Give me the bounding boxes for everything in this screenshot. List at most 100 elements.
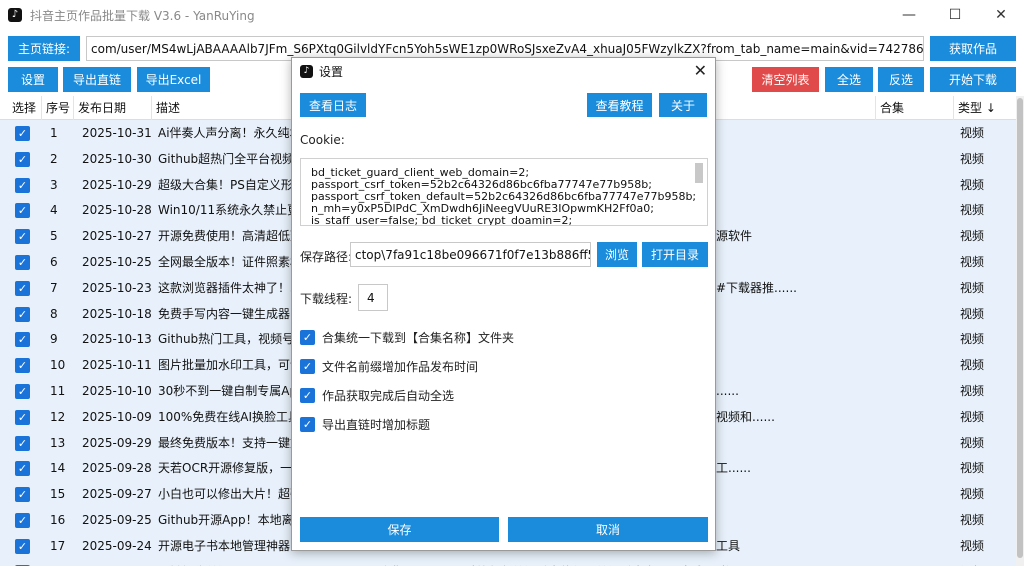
checkbox-checked-icon[interactable]: ✓ (15, 229, 30, 245)
row-description-tail: 源软件 (716, 229, 753, 244)
row-index: 2 (50, 151, 58, 166)
row-index: 13 (50, 435, 66, 450)
checkbox-checked-icon[interactable]: ✓ (300, 417, 315, 432)
tiktok-app-icon: ♪ (8, 8, 22, 22)
option-filename-date-prefix[interactable]: ✓ 文件名前缀增加作品发布时间 (300, 358, 478, 375)
col-select[interactable]: 选择 (8, 96, 42, 120)
col-date[interactable]: 发布日期 (74, 96, 152, 120)
row-description-tail (716, 301, 876, 327)
homepage-link-button[interactable]: 主页链接: (8, 36, 80, 61)
checkbox-checked-icon[interactable]: ✓ (15, 513, 30, 528)
about-button[interactable]: 关于 (659, 93, 707, 117)
checkbox-checked-icon[interactable]: ✓ (15, 358, 30, 374)
col-index[interactable]: 序号 (42, 96, 74, 120)
checkbox-checked-icon[interactable]: ✓ (15, 177, 30, 193)
row-description-tail (716, 481, 876, 507)
row-type: 视频 (960, 306, 985, 321)
row-description: 免费手写内容一键生成器， (158, 306, 293, 321)
row-type: 视频 (960, 126, 985, 140)
col-type[interactable]: 类型 ↓ (954, 96, 1016, 120)
cookie-scroll-thumb[interactable] (695, 163, 703, 183)
invert-selection-button[interactable]: 反选 (878, 67, 924, 92)
export-links-button[interactable]: 导出直链 (63, 67, 131, 92)
table-scrollbar[interactable] (1016, 96, 1024, 566)
row-description-tail (716, 120, 876, 146)
row-date: 2025-10-28 (82, 203, 152, 218)
row-description-tail (716, 172, 876, 198)
row-date: 2025-09-25 (82, 513, 152, 527)
checkbox-checked-icon[interactable]: ✓ (15, 151, 30, 167)
row-type: 视频 (960, 358, 985, 373)
view-tutorial-button[interactable]: 查看教程 (587, 93, 652, 117)
cookie-textarea[interactable]: bd_ticket_guard_client_web_domain=2; pass… (300, 158, 708, 226)
col-collection[interactable]: 合集 (876, 96, 954, 120)
option-auto-select-all[interactable]: ✓ 作品获取完成后自动全选 (300, 387, 454, 404)
dialog-close-icon[interactable]: ✕ (694, 61, 707, 80)
checkbox-checked-icon[interactable]: ✓ (15, 487, 30, 503)
row-type: 视频 (960, 487, 985, 502)
row-description: 30秒不到一键自制专属App (158, 384, 293, 398)
row-index: 3 (50, 177, 58, 192)
browse-button[interactable]: 浏览 (597, 242, 637, 267)
row-description-tail: 工具 (716, 538, 741, 553)
option-collection-folder[interactable]: ✓ 合集统一下载到【合集名称】文件夹 (300, 329, 514, 346)
settings-button[interactable]: 设置 (8, 67, 58, 92)
checkbox-checked-icon[interactable]: ✓ (15, 384, 30, 399)
start-download-button[interactable]: 开始下载 (930, 67, 1016, 92)
row-description: 图片批量加水印工具，可设 (158, 358, 293, 373)
checkbox-checked-icon[interactable]: ✓ (15, 409, 30, 425)
table-row[interactable]: ✓182025-09-23一键彻底关闭Windows Defender！工具合集… (0, 558, 1016, 566)
open-directory-button[interactable]: 打开目录 (642, 242, 708, 267)
row-description: Github超热门全平台视频下 (158, 151, 293, 166)
row-date: 2025-09-24 (82, 538, 152, 553)
threads-input[interactable]: 4 (358, 284, 388, 311)
row-date: 2025-10-13 (82, 332, 152, 347)
row-type: 视频 (960, 332, 985, 347)
row-description-tail (716, 197, 876, 223)
scroll-thumb[interactable] (1017, 98, 1023, 558)
fetch-works-button[interactable]: 获取作品 (930, 36, 1016, 61)
close-button[interactable]: ✕ (978, 0, 1024, 30)
option-label: 合集统一下载到【合集名称】文件夹 (322, 331, 515, 345)
checkbox-checked-icon[interactable]: ✓ (15, 461, 30, 477)
row-type: 视频 (960, 559, 1000, 566)
dialog-title: 设置 (319, 64, 344, 79)
checkbox-checked-icon[interactable]: ✓ (15, 435, 30, 451)
checkbox-checked-icon[interactable]: ✓ (15, 126, 30, 141)
checkbox-checked-icon[interactable]: ✓ (300, 388, 315, 403)
row-description: Github开源App！本地离线 (158, 513, 293, 527)
row-index: 6 (50, 255, 58, 269)
row-date: 2025-09-29 (82, 435, 152, 450)
row-date: 2025-10-18 (82, 306, 152, 321)
checkbox-checked-icon[interactable]: ✓ (300, 359, 315, 374)
view-log-button[interactable]: 查看日志 (300, 93, 366, 117)
cancel-button[interactable]: 取消 (508, 517, 708, 542)
checkbox-checked-icon[interactable]: ✓ (15, 332, 30, 348)
row-index: 7 (50, 280, 58, 295)
row-description: 100%免费在线AI换脸工具 (158, 409, 293, 424)
checkbox-checked-icon[interactable]: ✓ (15, 306, 30, 322)
checkbox-checked-icon[interactable]: ✓ (15, 255, 30, 270)
checkbox-checked-icon[interactable]: ✓ (15, 280, 30, 296)
checkbox-checked-icon[interactable]: ✓ (300, 330, 315, 345)
row-description: 小白也可以修出大片！超强 (158, 487, 293, 502)
row-index: 4 (50, 203, 58, 218)
checkbox-checked-icon[interactable]: ✓ (15, 538, 30, 554)
save-path-label: 保存路径: (300, 250, 353, 264)
row-description-tail (716, 352, 876, 378)
settings-dialog: ♪ 设置 ✕ 查看日志 查看教程 关于 Cookie: bd_ticket_gu… (291, 57, 716, 551)
save-path-input[interactable]: ctop\7fa91c18be096671f0f7e13b886ff50b (350, 242, 591, 267)
clear-list-button[interactable]: 清空列表 (752, 67, 819, 92)
maximize-button[interactable]: ☐ (932, 0, 978, 30)
row-index: 17 (50, 538, 66, 553)
select-all-button[interactable]: 全选 (825, 67, 873, 92)
checkbox-checked-icon[interactable]: ✓ (15, 203, 30, 219)
row-index: 15 (50, 487, 66, 502)
row-date: 2025-10-27 (82, 229, 152, 244)
export-excel-button[interactable]: 导出Excel (137, 67, 210, 92)
option-export-with-title[interactable]: ✓ 导出直链时增加标题 (300, 416, 430, 433)
minimize-button[interactable]: — (886, 0, 932, 30)
row-index: 1 (50, 126, 58, 140)
row-type: 视频 (960, 461, 985, 476)
save-button[interactable]: 保存 (300, 517, 499, 542)
